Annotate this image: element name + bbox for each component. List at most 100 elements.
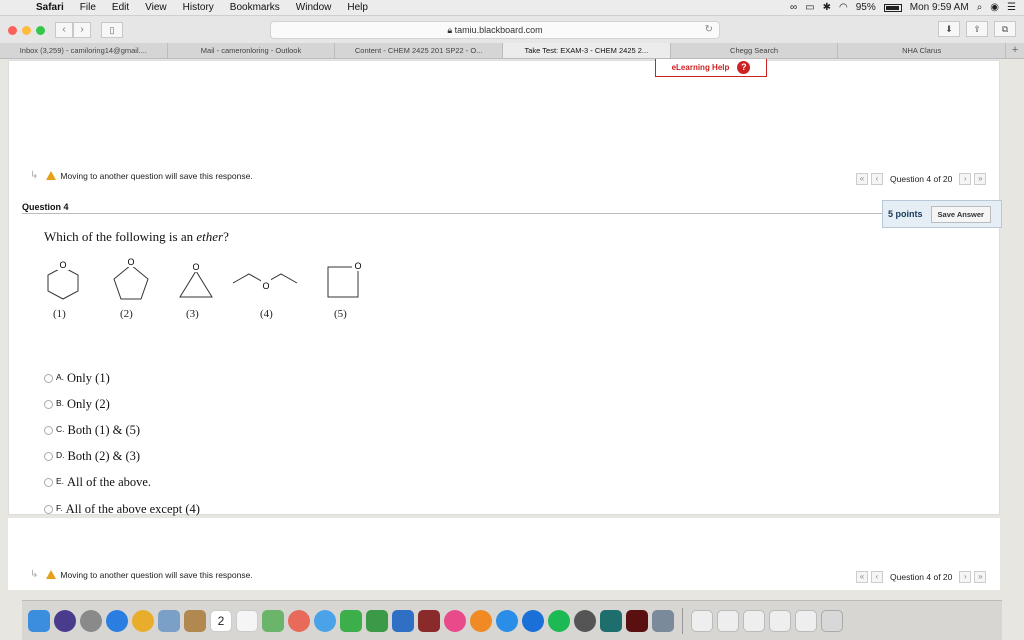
keynote-icon[interactable] xyxy=(392,609,414,632)
radio-button-a[interactable] xyxy=(44,374,53,383)
flash-icon[interactable] xyxy=(626,609,648,632)
cc-icon[interactable]: ∞ xyxy=(790,2,797,13)
radio-button-e[interactable] xyxy=(44,478,53,487)
tab-take-test[interactable]: Take Test: EXAM-3 - CHEM 2425 2... xyxy=(503,43,671,58)
itunes-icon[interactable] xyxy=(444,609,466,632)
share-icon[interactable]: ⇪ xyxy=(966,21,988,37)
safari-icon[interactable] xyxy=(106,609,128,632)
document-stack-icon[interactable] xyxy=(769,609,791,632)
system-preferences-icon[interactable] xyxy=(522,609,544,632)
radio-button-c[interactable] xyxy=(44,426,53,435)
radio-button-d[interactable] xyxy=(44,452,53,461)
elearning-help-button[interactable]: eLearning Help ? xyxy=(655,59,767,77)
tab-chegg[interactable]: Chegg Search xyxy=(671,43,839,58)
trash-icon[interactable] xyxy=(821,609,843,632)
wifi-icon[interactable]: ◠ xyxy=(839,2,848,13)
oxygen-label: O xyxy=(59,260,66,270)
answer-option-b[interactable]: B. Only (2) xyxy=(44,397,110,412)
launchpad-icon[interactable] xyxy=(80,609,102,632)
reminders-icon[interactable] xyxy=(236,609,258,632)
minimize-window-button[interactable] xyxy=(22,25,31,35)
siri-icon[interactable] xyxy=(54,609,76,632)
forward-button[interactable]: › xyxy=(73,22,91,38)
question-text-end: ? xyxy=(223,229,229,244)
warning-text: Moving to another question will save thi… xyxy=(60,170,253,181)
window-controls xyxy=(8,25,45,35)
tab-outlook[interactable]: Mail - cameronloring - Outlook xyxy=(168,43,336,58)
answer-option-c[interactable]: C. Both (1) & (5) xyxy=(44,423,140,438)
notes-icon[interactable] xyxy=(184,609,206,632)
battery-icon[interactable] xyxy=(883,3,902,12)
downloads-stack-icon[interactable] xyxy=(691,609,713,632)
maps-icon[interactable] xyxy=(262,609,284,632)
first-question-button[interactable]: « xyxy=(856,173,868,185)
save-answer-button[interactable]: Save Answer xyxy=(930,205,991,223)
activity-monitor-icon[interactable] xyxy=(574,609,596,632)
menu-history[interactable]: History xyxy=(175,2,222,13)
last-question-button[interactable]: » xyxy=(974,173,987,185)
back-button[interactable]: ‹ xyxy=(55,22,73,38)
messages-icon[interactable] xyxy=(314,609,336,632)
option-text: All of the above. xyxy=(67,475,152,489)
spotlight-icon[interactable]: ⌕ xyxy=(977,2,983,13)
last-question-button[interactable]: » xyxy=(974,571,987,583)
spotify-icon[interactable] xyxy=(548,609,570,632)
reload-icon[interactable]: ↻ xyxy=(705,22,713,38)
next-question-button[interactable]: › xyxy=(959,571,972,583)
tab-gmail[interactable]: Inbox (3,259) - camiloring14@gmail.... xyxy=(0,43,168,58)
mail-icon[interactable] xyxy=(158,609,180,632)
answer-option-e[interactable]: E. All of the above. xyxy=(44,475,151,490)
document-stack-icon[interactable] xyxy=(743,609,765,632)
clock[interactable]: Mon 9:59 AM xyxy=(910,2,969,13)
document-stack-icon[interactable] xyxy=(795,609,817,632)
warning-text: Moving to another question will save thi… xyxy=(60,569,253,580)
address-bar[interactable]: 🔒︎ tamiu.blackboard.com ↻ xyxy=(270,21,720,39)
notification-center-icon[interactable]: ☰ xyxy=(1007,2,1016,13)
radio-button-b[interactable] xyxy=(44,400,53,409)
app-store-icon[interactable] xyxy=(496,609,518,632)
fullscreen-window-button[interactable] xyxy=(36,25,45,35)
first-question-button[interactable]: « xyxy=(856,571,868,583)
close-window-button[interactable] xyxy=(8,25,17,35)
new-tab-button[interactable]: + xyxy=(1006,43,1024,58)
option-letter: C. xyxy=(56,424,65,434)
elearning-help-label: eLearning Help xyxy=(671,63,730,72)
tab-nha-clarus[interactable]: NHA Clarus xyxy=(838,43,1007,58)
tab-course-content[interactable]: Content - CHEM 2425 201 SP22 - O... xyxy=(335,43,504,58)
siri-icon[interactable]: ◉ xyxy=(990,2,999,13)
radio-button-f[interactable] xyxy=(44,505,53,514)
bluetooth-icon[interactable]: ✱ xyxy=(823,2,831,13)
facetime-icon[interactable] xyxy=(340,609,362,632)
calendar-icon[interactable]: 2 xyxy=(210,609,232,632)
document-stack-icon[interactable] xyxy=(717,609,739,632)
preview-icon[interactable] xyxy=(652,609,674,632)
menu-edit[interactable]: Edit xyxy=(104,2,137,13)
adobe-icon[interactable] xyxy=(600,609,622,632)
question-counter: Question 4 of 20 xyxy=(890,572,953,582)
menu-view[interactable]: View xyxy=(137,2,175,13)
chrome-icon[interactable] xyxy=(132,609,154,632)
next-question-button[interactable]: › xyxy=(959,173,972,185)
option-letter: A. xyxy=(56,372,65,382)
downloads-icon[interactable]: ⬇ xyxy=(938,21,960,37)
menu-help[interactable]: Help xyxy=(339,2,376,13)
answer-option-f[interactable]: F. All of the above except (4) xyxy=(44,502,200,517)
previous-question-button[interactable]: ‹ xyxy=(871,571,883,583)
ibooks-icon[interactable] xyxy=(470,609,492,632)
previous-question-button[interactable]: ‹ xyxy=(871,173,883,185)
finder-icon[interactable] xyxy=(28,609,50,632)
sidebar-toggle-icon[interactable]: ▯ xyxy=(101,22,123,38)
photo-booth-icon[interactable] xyxy=(418,609,440,632)
warning-icon xyxy=(46,171,57,180)
airplay-icon[interactable]: ▭ xyxy=(805,2,814,13)
menu-window[interactable]: Window xyxy=(288,2,340,13)
menu-bookmarks[interactable]: Bookmarks xyxy=(222,2,288,13)
answer-option-d[interactable]: D. Both (2) & (3) xyxy=(44,449,140,464)
menu-file[interactable]: File xyxy=(72,2,104,13)
photos-icon[interactable] xyxy=(288,609,310,632)
numbers-icon[interactable] xyxy=(366,609,388,632)
molecule-label-5: (5) xyxy=(334,308,347,320)
answer-option-a[interactable]: A. Only (1) xyxy=(44,371,110,386)
tabs-overview-icon[interactable]: ⧉ xyxy=(994,21,1016,37)
menu-app[interactable]: Safari xyxy=(28,2,72,13)
